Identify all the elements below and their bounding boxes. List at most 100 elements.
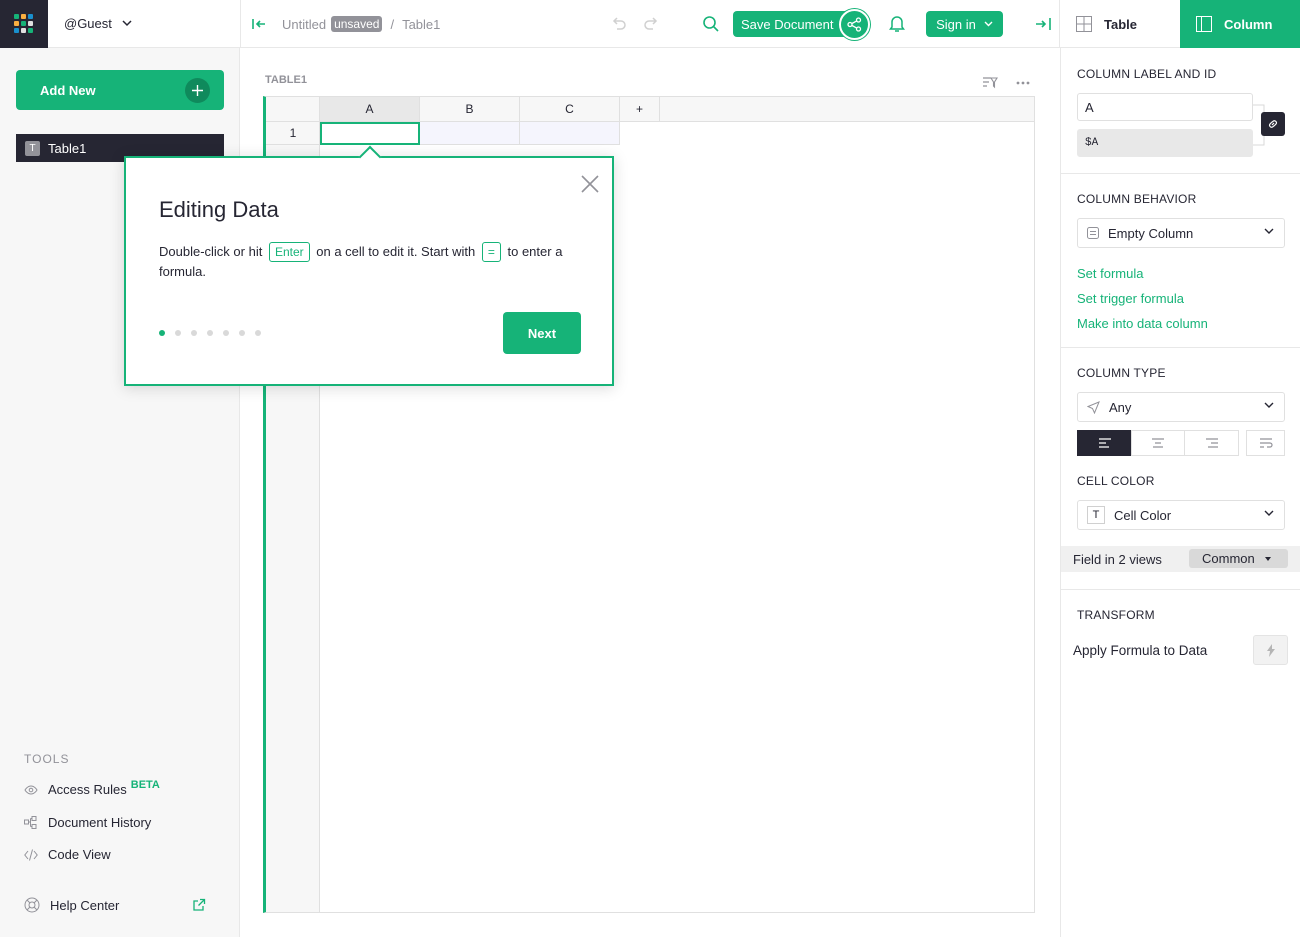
column-header-a[interactable]: A	[320, 97, 420, 121]
undo-icon[interactable]	[610, 15, 628, 33]
org-switcher[interactable]: @Guest	[64, 16, 132, 31]
page-dot[interactable]	[159, 330, 165, 336]
help-center-link[interactable]: Help Center	[24, 897, 208, 913]
set-trigger-formula-link[interactable]: Set trigger formula	[1077, 291, 1184, 306]
bell-icon[interactable]	[888, 14, 906, 33]
tool-label: Document History	[48, 815, 152, 830]
common-label: Common	[1202, 551, 1255, 566]
tool-document-history[interactable]: Document History	[24, 815, 151, 830]
top-bar: @Guest Untitled unsaved / Table1 Save Do…	[0, 0, 1300, 48]
field-in-views-text: Field in 2 views	[1073, 552, 1162, 567]
editing-data-tip-popup: Editing Data Double-click or hit Enter o…	[124, 145, 614, 386]
column-header-c[interactable]: C	[520, 97, 620, 121]
eye-icon	[24, 784, 38, 795]
sort-filter-icon[interactable]	[982, 76, 998, 90]
cell-a1[interactable]	[320, 122, 420, 145]
chevron-down-icon	[984, 21, 993, 27]
search-icon[interactable]	[702, 15, 720, 33]
column-label-input[interactable]: A	[1077, 93, 1253, 121]
tools-title: TOOLS	[24, 752, 70, 766]
tool-code-view[interactable]: Code View	[24, 847, 111, 862]
tool-label: Access Rules	[48, 782, 127, 797]
align-center-icon	[1152, 438, 1164, 448]
align-right-icon	[1205, 438, 1218, 448]
column-behavior-select[interactable]: Empty Column	[1077, 218, 1285, 248]
page-dot[interactable]	[255, 330, 261, 336]
popup-body: Double-click or hit Enter on a cell to e…	[159, 242, 579, 281]
org-name: @Guest	[64, 16, 112, 31]
corner-cell[interactable]	[266, 97, 320, 121]
row-number[interactable]: 1	[266, 122, 320, 145]
cell-color-select[interactable]: T Cell Color	[1077, 500, 1285, 530]
common-settings-select[interactable]: Common	[1189, 549, 1288, 568]
tool-access-rules[interactable]: Access Rules BETA	[24, 778, 160, 797]
sidebar-item-label: Table1	[48, 140, 87, 156]
cell-color-value: Cell Color	[1114, 507, 1172, 523]
page-dot[interactable]	[175, 330, 181, 336]
collapse-left-panel-icon[interactable]	[252, 17, 266, 31]
column-behavior-title: COLUMN BEHAVIOR	[1077, 192, 1197, 206]
link-icon	[1269, 120, 1277, 128]
page-dot[interactable]	[191, 330, 197, 336]
column-id-input[interactable]: $A	[1077, 129, 1253, 157]
link-id-button[interactable]	[1261, 112, 1285, 136]
unsaved-badge: unsaved	[331, 16, 383, 32]
enter-key-badge: Enter	[268, 242, 310, 262]
apply-formula-button[interactable]	[1253, 635, 1288, 665]
save-document-button[interactable]: Save Document	[733, 11, 851, 37]
caret-down-icon	[1264, 556, 1271, 561]
lightning-icon	[1266, 643, 1275, 657]
make-data-column-link[interactable]: Make into data column	[1077, 316, 1208, 331]
doc-title[interactable]: Untitled	[282, 17, 326, 32]
field-views-bar: Field in 2 views Common	[1061, 546, 1300, 572]
more-options-icon[interactable]	[1016, 81, 1030, 85]
sign-in-label: Sign in	[936, 16, 976, 32]
share-button[interactable]	[839, 9, 870, 40]
page-dot[interactable]	[207, 330, 213, 336]
column-icon	[1196, 16, 1212, 32]
next-button[interactable]: Next	[503, 312, 581, 354]
page-name: Table1	[402, 16, 441, 32]
align-left-icon	[1098, 438, 1111, 448]
behavior-value: Empty Column	[1108, 225, 1194, 241]
save-document-label: Save Document	[741, 16, 834, 32]
wrap-text-button[interactable]	[1246, 430, 1285, 456]
history-icon	[24, 815, 37, 829]
tab-table[interactable]: Table	[1060, 0, 1180, 48]
breadcrumb-separator: /	[390, 16, 395, 32]
align-right-button[interactable]	[1184, 430, 1239, 456]
tab-column[interactable]: Column	[1180, 0, 1300, 48]
cell-color-title: CELL COLOR	[1077, 474, 1155, 488]
chevron-down-icon	[1264, 228, 1274, 234]
divider	[1061, 347, 1300, 348]
grist-logo-icon	[14, 14, 33, 33]
section-title: TABLE1	[265, 74, 307, 86]
add-new-button[interactable]: Add New	[16, 70, 224, 110]
page-dot[interactable]	[239, 330, 245, 336]
column-header-b[interactable]: B	[420, 97, 520, 121]
collapse-right-panel-icon[interactable]	[1035, 16, 1051, 32]
align-left-button[interactable]	[1077, 430, 1132, 456]
set-formula-link[interactable]: Set formula	[1077, 266, 1143, 281]
table-icon	[1076, 16, 1092, 32]
cell-c1[interactable]	[520, 122, 620, 145]
table-page-icon: T	[25, 140, 40, 156]
beta-badge: BETA	[130, 778, 160, 791]
add-new-label: Add New	[40, 82, 96, 98]
column-header-row: A B C +	[266, 97, 1034, 122]
equals-key-badge: =	[481, 242, 501, 262]
add-column-button[interactable]: +	[620, 97, 660, 121]
close-icon[interactable]	[578, 172, 602, 196]
chevron-down-icon	[1264, 510, 1274, 516]
apply-formula-label: Apply Formula to Data	[1073, 643, 1208, 658]
app-logo[interactable]	[0, 0, 48, 48]
sign-in-button[interactable]: Sign in	[926, 11, 1003, 37]
redo-icon[interactable]	[642, 15, 660, 33]
code-icon	[24, 848, 38, 861]
cell-color-swatch: T	[1087, 506, 1105, 524]
column-type-select[interactable]: Any	[1077, 392, 1285, 422]
transform-title: TRANSFORM	[1077, 608, 1155, 622]
page-dot[interactable]	[223, 330, 229, 336]
align-center-button[interactable]	[1131, 430, 1185, 456]
cell-b1[interactable]	[420, 122, 520, 145]
